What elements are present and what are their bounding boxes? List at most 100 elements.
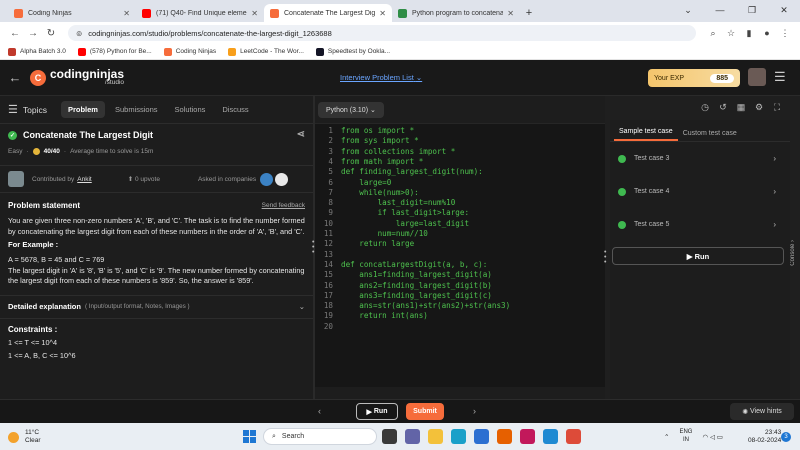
bookmark-leetcode[interactable]: LeetCode - The Wor...	[228, 47, 304, 56]
url-input[interactable]: ⊚ codingninjas.com/studio/problems/conca…	[68, 25, 696, 41]
taskbar-search-input[interactable]: ⌕ Search	[263, 428, 377, 445]
code-area[interactable]: 1 from os import * 2 from sys import * 3 from…	[315, 124, 605, 387]
bookmark-python-for-be[interactable]: (578) Python for Be...	[77, 47, 152, 56]
timer-icon[interactable]: ◷	[696, 102, 714, 113]
windows-start-icon[interactable]	[243, 430, 256, 443]
back-arrow-icon[interactable]: ←	[0, 70, 30, 85]
close-window-icon[interactable]: ✕	[768, 0, 800, 20]
browser-menu-icon[interactable]: ⋮	[776, 28, 794, 39]
browser-tab-concatenate[interactable]: Concatenate The Largest Digit ✕	[264, 4, 392, 22]
drag-handle-icon[interactable]: • • •	[604, 249, 606, 266]
site-info-icon[interactable]: ⊚	[76, 29, 82, 38]
layout-icon[interactable]: ▦	[732, 102, 750, 113]
upvote-button[interactable]: ⬆ 0 upvote	[128, 175, 160, 183]
tab-custom-test-case[interactable]: Custom test case	[678, 126, 742, 141]
firefox-icon[interactable]	[497, 429, 512, 444]
browser-tab-python-program[interactable]: Python program to concatenate ✕	[392, 4, 520, 22]
language-select[interactable]: Python (3.10) ⌄	[318, 101, 384, 118]
code-line[interactable]: last_digit=num%10	[341, 198, 456, 207]
next-problem-icon[interactable]: ›	[473, 406, 476, 416]
hamburger-menu-icon[interactable]: ☰	[774, 69, 786, 85]
bookmark-alpha-batch[interactable]: Alpha Batch 3.0	[8, 47, 66, 56]
run-button[interactable]: ▶ Run	[356, 403, 398, 420]
app-icon[interactable]	[520, 429, 535, 444]
code-line[interactable]: from math import *	[341, 157, 423, 166]
test-case-row[interactable]: Test case 4 ›	[610, 175, 790, 208]
edge-icon[interactable]	[451, 429, 466, 444]
send-feedback-link[interactable]: Send feedback	[262, 202, 305, 209]
new-tab-button[interactable]: +	[520, 4, 538, 22]
code-line[interactable]: large=0	[341, 178, 391, 187]
close-tab-icon[interactable]: ✕	[507, 9, 514, 18]
console-toggle[interactable]: Console ›	[790, 240, 800, 266]
bookmark-speedtest[interactable]: Speedtest by Ookla...	[315, 47, 390, 56]
code-line[interactable]: from sys import *	[341, 136, 419, 145]
close-tab-icon[interactable]: ✕	[379, 9, 386, 18]
tab-discuss[interactable]: Discuss	[215, 101, 255, 118]
zoom-icon[interactable]: ⌕	[704, 28, 722, 39]
code-line[interactable]: large=last_digit	[341, 219, 469, 228]
code-line[interactable]: if last_digit>large:	[341, 208, 469, 217]
code-line[interactable]: ans=str(ans1)+str(ans2)+str(ans3)	[341, 301, 510, 310]
asked-in-companies[interactable]: Asked in companies	[198, 172, 288, 186]
back-icon[interactable]: ←	[6, 28, 24, 39]
author-link[interactable]: Ankit	[77, 176, 91, 183]
file-explorer-icon[interactable]	[428, 429, 443, 444]
store-icon[interactable]	[474, 429, 489, 444]
notification-badge[interactable]: 3	[781, 432, 791, 442]
topics-button[interactable]: ☰ Topics	[8, 103, 47, 116]
code-line[interactable]: from collections import *	[341, 147, 455, 156]
browser-tab-youtube[interactable]: (71) Q40- Find Unique elemen ✕	[136, 4, 264, 22]
wifi-icon[interactable]: ◠	[702, 433, 708, 441]
interview-problem-list-link[interactable]: Interview Problem List ⌄	[340, 73, 422, 82]
exp-badge[interactable]: Your EXP 885	[648, 69, 740, 87]
forward-icon[interactable]: →	[24, 28, 42, 39]
test-case-row[interactable]: Test case 3 ›	[610, 142, 790, 175]
battery-icon[interactable]: ▭	[717, 433, 723, 441]
tray-chevron-up-icon[interactable]: ⌃	[664, 433, 669, 441]
code-line[interactable]: while(num>0):	[341, 188, 418, 197]
volume-icon[interactable]: ◁	[710, 433, 715, 441]
language-indicator[interactable]: ENG IN	[679, 429, 692, 444]
code-line[interactable]: ans1=finding_largest_digit(a)	[341, 270, 492, 279]
avatar[interactable]	[748, 68, 766, 86]
reload-icon[interactable]: ↻	[42, 28, 60, 39]
bookmark-coding-ninjas[interactable]: Coding Ninjas	[163, 47, 216, 56]
sidebar-icon[interactable]: ▮	[740, 28, 758, 39]
code-line[interactable]: return int(ans)	[341, 311, 428, 320]
restore-icon[interactable]: ❐	[736, 0, 768, 20]
vscode-icon[interactable]	[543, 429, 558, 444]
code-line[interactable]: return large	[341, 239, 414, 248]
test-case-row[interactable]: Test case 5 ›	[610, 208, 790, 241]
code-line[interactable]: num=num//10	[341, 229, 428, 238]
view-hints-button[interactable]: ✺ View hints	[730, 403, 794, 420]
tab-sample-test-case[interactable]: Sample test case	[614, 124, 678, 141]
taskbar-clock[interactable]: 23:43 08-02-2024	[748, 429, 781, 445]
previous-problem-icon[interactable]: ‹	[318, 406, 321, 416]
share-icon[interactable]: ⋖	[297, 129, 305, 140]
reset-icon[interactable]: ↺	[714, 102, 732, 113]
run-test-button[interactable]: ▶ Run	[612, 247, 784, 265]
tab-problem[interactable]: Problem	[60, 101, 105, 118]
submit-button[interactable]: Submit	[406, 403, 444, 420]
tab-solutions[interactable]: Solutions	[168, 101, 213, 118]
fullscreen-icon[interactable]: ⛶	[768, 102, 786, 113]
tab-search-icon[interactable]: ⌄	[672, 0, 704, 20]
profile-icon[interactable]: ●	[758, 28, 776, 38]
close-tab-icon[interactable]: ✕	[123, 9, 130, 18]
task-view-icon[interactable]	[382, 429, 397, 444]
tab-submissions[interactable]: Submissions	[108, 101, 165, 118]
settings-icon[interactable]: ⚙	[750, 102, 768, 113]
coding-ninjas-logo[interactable]: C codingninjas /studio	[30, 68, 124, 87]
chrome-icon[interactable]	[566, 429, 581, 444]
weather-widget[interactable]: 11°C Clear	[8, 429, 41, 445]
close-tab-icon[interactable]: ✕	[251, 9, 258, 18]
code-line[interactable]: def finding_largest_digit(num):	[341, 167, 483, 176]
detailed-explanation-toggle[interactable]: Detailed explanation ( Input/output form…	[0, 294, 313, 319]
code-line[interactable]: from os import *	[341, 126, 414, 135]
browser-tab-coding-ninjas[interactable]: Coding Ninjas ✕	[8, 4, 136, 22]
code-line[interactable]: ans3=finding_largest_digit(c)	[341, 291, 492, 300]
teams-icon[interactable]	[405, 429, 420, 444]
code-line[interactable]: def concatLargestDigit(a, b, c):	[341, 260, 487, 269]
code-line[interactable]: ans2=finding_largest_digit(b)	[341, 281, 492, 290]
